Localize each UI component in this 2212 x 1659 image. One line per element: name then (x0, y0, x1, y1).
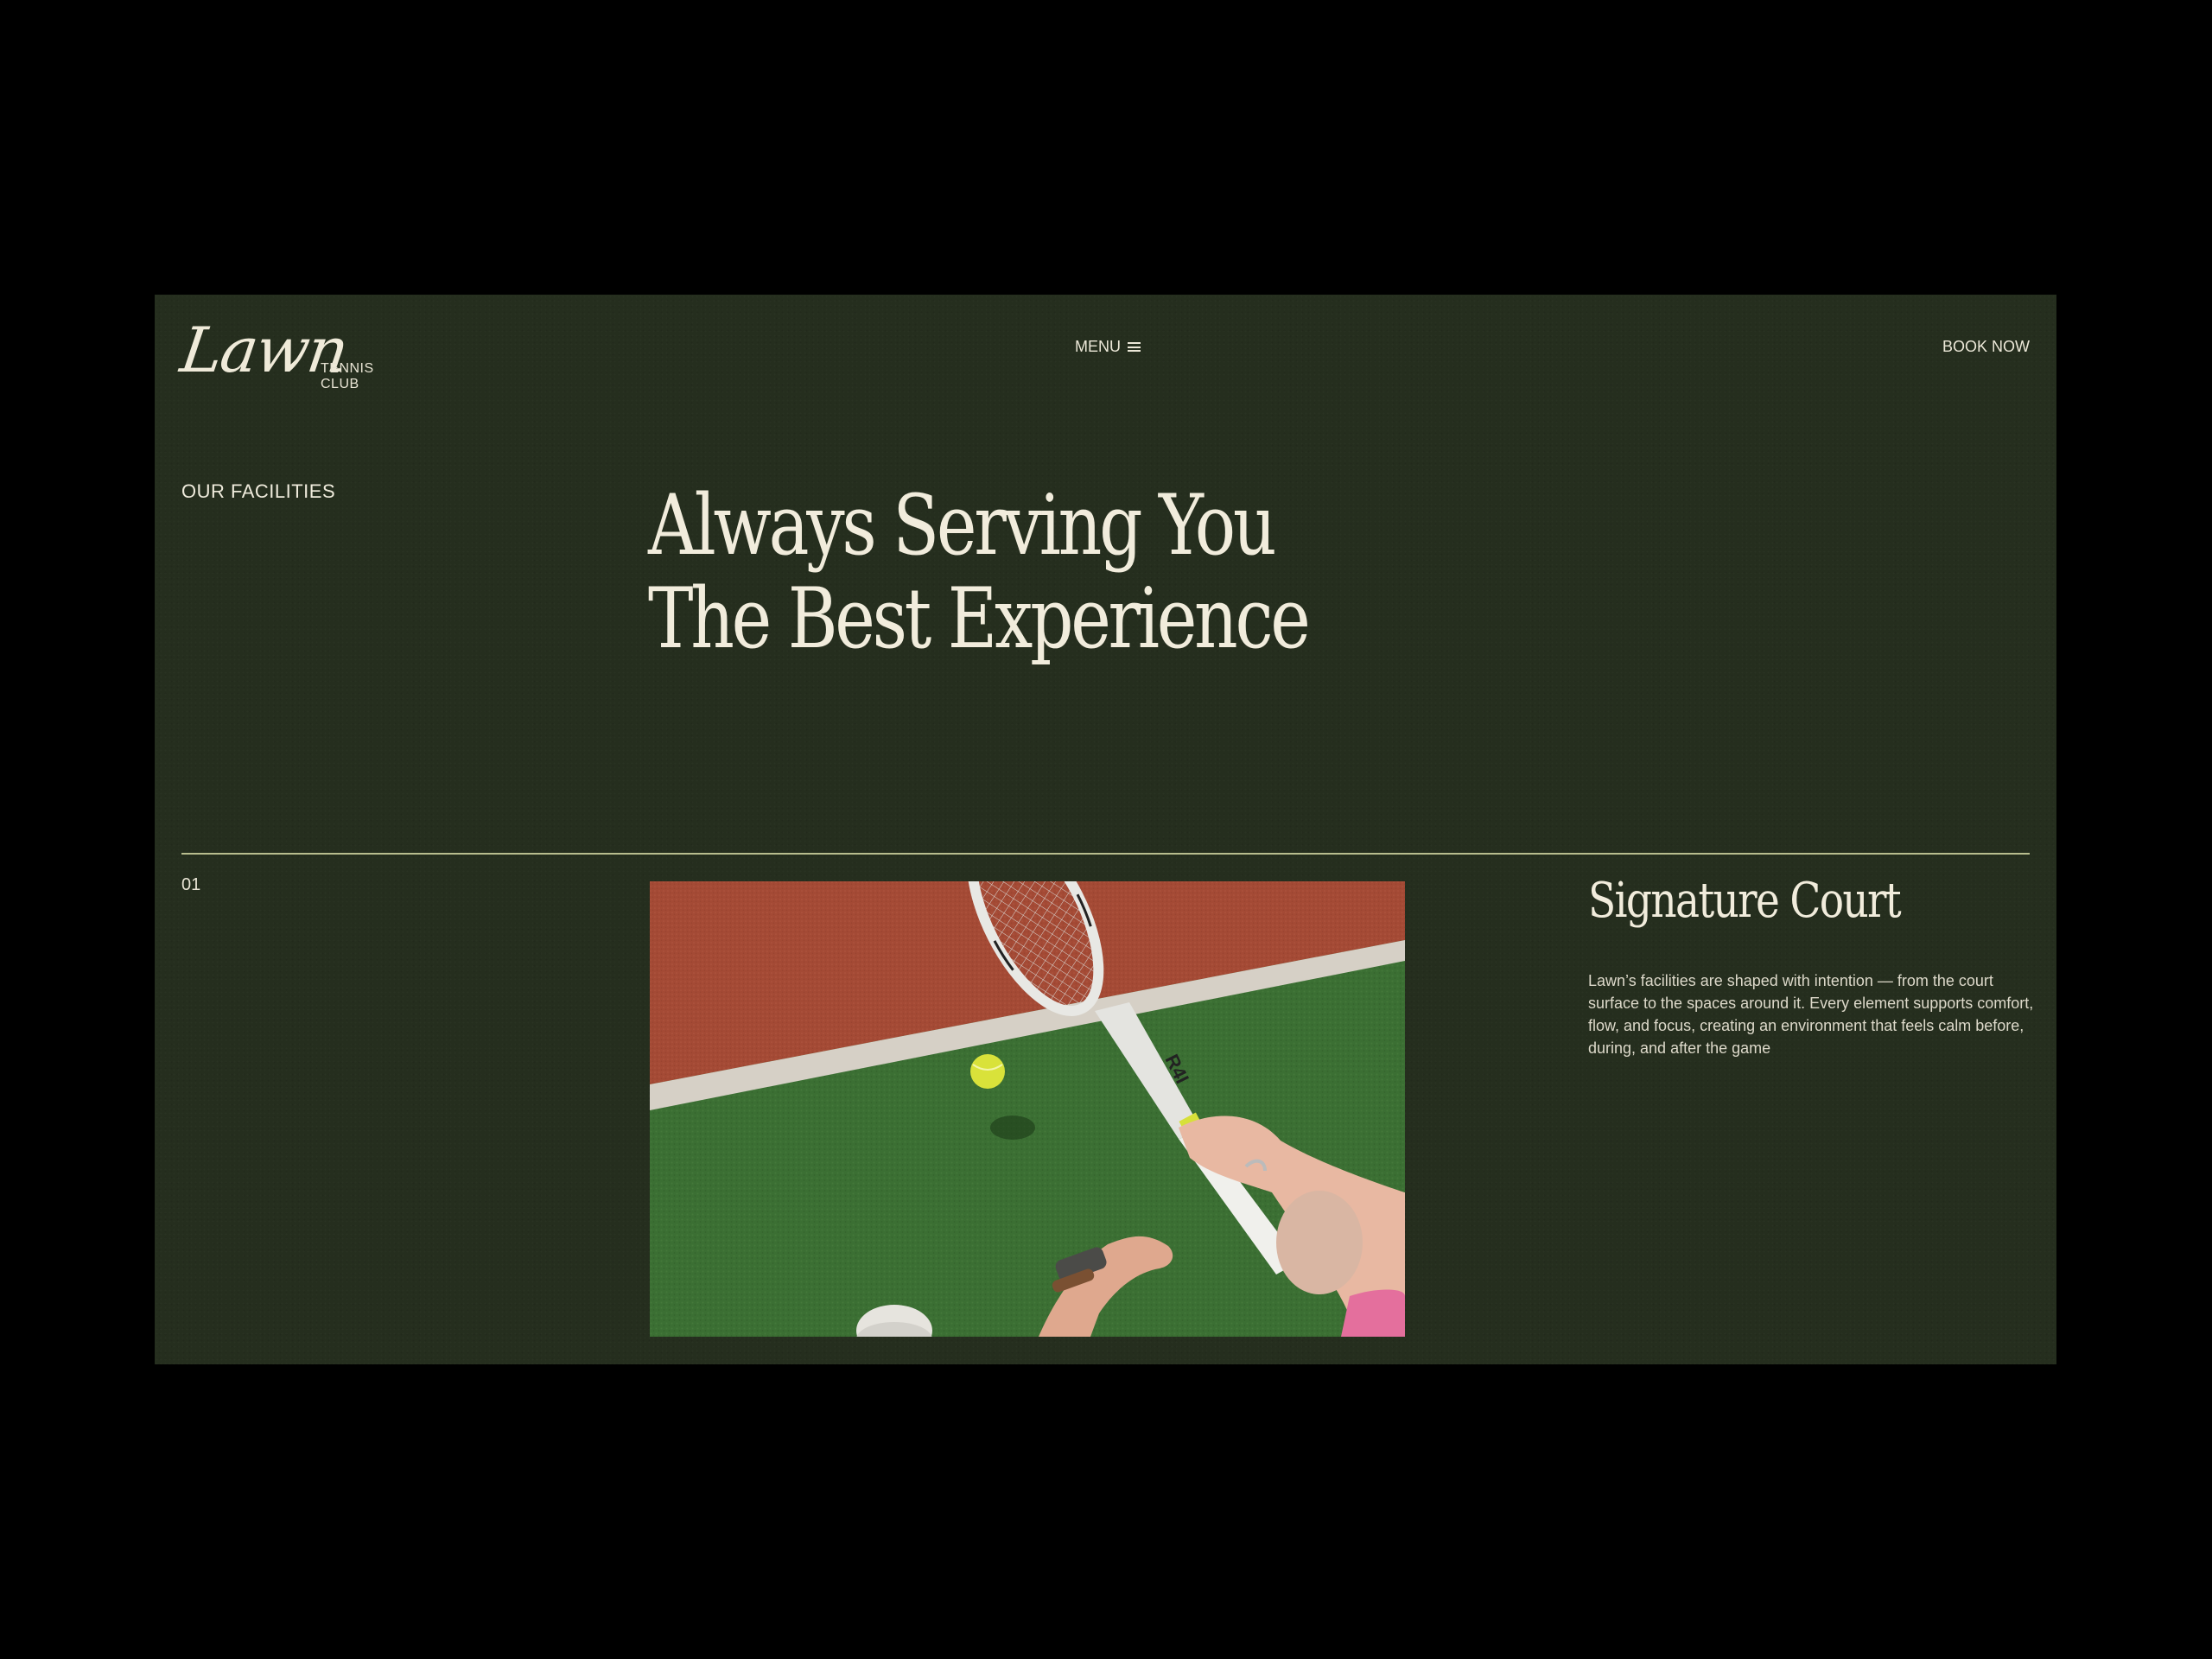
facility-number: 01 (181, 875, 201, 894)
page-headline: Always Serving You The Best Experience (648, 477, 1311, 667)
headline-line-2: The Best Experience (648, 570, 1311, 667)
facility-photo: R4I (650, 881, 1405, 1337)
page-frame: Lawn TENNIS CLUB MENU BOOK NOW OUR FACIL… (155, 295, 2056, 1364)
section-label: OUR FACILITIES (181, 480, 336, 502)
facility-title: Signature Court (1588, 873, 1902, 929)
logo-subtitle-line1: TENNIS (321, 361, 374, 376)
hamburger-icon (1128, 342, 1141, 352)
headline-line-1: Always Serving You (648, 477, 1277, 574)
logo-subtitle-line2: CLUB (321, 377, 359, 391)
facility-description: Lawn’s facilities are shaped with intent… (1588, 972, 2034, 1057)
menu-label: MENU (1075, 338, 1121, 355)
menu-button[interactable]: MENU (1075, 338, 1141, 356)
logo-subtitle: TENNIS CLUB (321, 361, 374, 392)
book-now-link[interactable]: BOOK NOW (1942, 338, 2030, 356)
logo[interactable]: Lawn TENNIS CLUB (176, 314, 389, 391)
section-divider (181, 853, 2030, 855)
